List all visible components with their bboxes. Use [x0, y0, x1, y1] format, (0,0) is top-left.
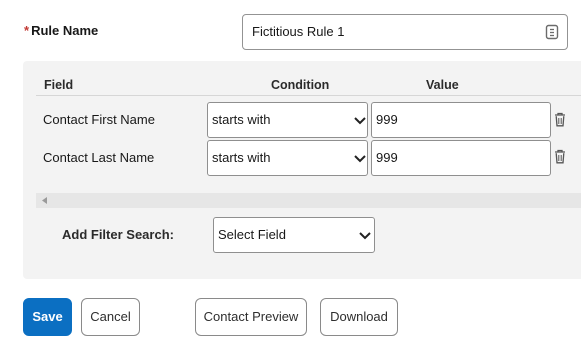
rule-name-input[interactable]: Fictitious Rule 1 [242, 14, 568, 50]
filter-row-field: Contact First Name [43, 112, 155, 127]
select-field-dropdown[interactable]: Select Field [213, 217, 375, 253]
column-header-field: Field [44, 78, 74, 92]
chevron-down-icon [359, 232, 371, 240]
trash-icon[interactable] [554, 149, 566, 164]
badge-icon [545, 24, 559, 40]
horizontal-scrollbar[interactable] [36, 193, 581, 208]
condition-select[interactable]: starts with [207, 140, 368, 176]
condition-select-value: starts with [212, 112, 271, 127]
chevron-down-icon [354, 155, 366, 163]
condition-select[interactable]: starts with [207, 102, 368, 138]
rule-name-label-text: Rule Name [31, 23, 99, 38]
contact-preview-button[interactable]: Contact Preview [195, 298, 307, 336]
rule-name-label: * Rule Name [24, 23, 98, 38]
chevron-down-icon [354, 117, 366, 125]
value-input[interactable]: 999 [371, 140, 551, 176]
filter-row-field: Contact Last Name [43, 150, 155, 165]
scroll-left-arrow-icon[interactable] [42, 197, 47, 204]
download-button[interactable]: Download [320, 298, 398, 336]
cancel-button[interactable]: Cancel [81, 298, 140, 336]
value-input[interactable]: 999 [371, 102, 551, 138]
header-divider [36, 95, 581, 96]
add-filter-search-label: Add Filter Search: [62, 227, 174, 242]
trash-icon[interactable] [554, 112, 566, 127]
required-marker: * [24, 23, 30, 38]
save-button[interactable]: Save [23, 298, 72, 336]
condition-select-value: starts with [212, 150, 271, 165]
column-header-condition: Condition [271, 78, 330, 92]
select-field-value: Select Field [218, 227, 286, 242]
column-header-value: Value [426, 78, 459, 92]
